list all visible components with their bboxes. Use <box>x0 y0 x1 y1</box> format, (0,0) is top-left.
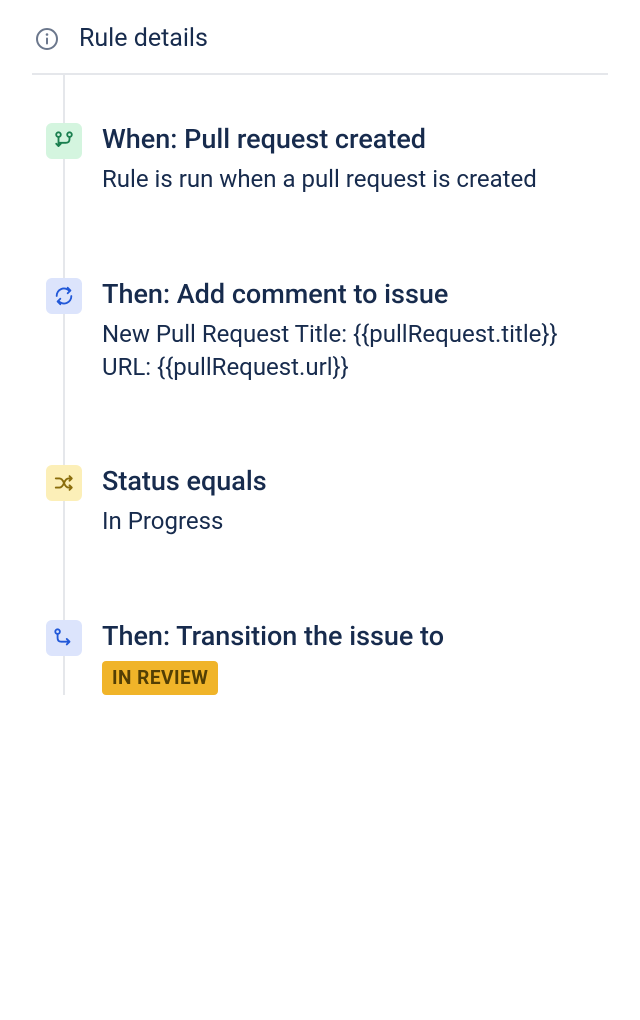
step-content: Then: Transition the issue to IN REVIEW <box>102 620 608 695</box>
flow-icon <box>46 620 82 656</box>
step-title: When: Pull request created <box>102 123 608 155</box>
branch-icon <box>46 123 82 159</box>
step-action-transition[interactable]: Then: Transition the issue to IN REVIEW <box>46 620 608 695</box>
step-condition[interactable]: Status equals In Progress <box>46 465 608 538</box>
rule-timeline: When: Pull request created Rule is run w… <box>32 75 608 695</box>
step-title: Then: Transition the issue to <box>102 620 608 652</box>
header-title: Rule details <box>79 24 208 53</box>
step-description: IN REVIEW <box>102 660 608 695</box>
step-title: Status equals <box>102 465 608 497</box>
step-title: Then: Add comment to issue <box>102 278 608 310</box>
step-content: Status equals In Progress <box>102 465 608 538</box>
status-badge: IN REVIEW <box>102 661 218 695</box>
cycle-icon <box>46 278 82 314</box>
step-action-comment[interactable]: Then: Add comment to issue New Pull Requ… <box>46 278 608 383</box>
step-content: When: Pull request created Rule is run w… <box>102 123 608 196</box>
step-description: New Pull Request Title: {{pullRequest.ti… <box>102 318 608 383</box>
rule-details-header[interactable]: Rule details <box>32 24 608 75</box>
step-trigger[interactable]: When: Pull request created Rule is run w… <box>46 123 608 196</box>
step-content: Then: Add comment to issue New Pull Requ… <box>102 278 608 383</box>
step-description: Rule is run when a pull request is creat… <box>102 163 608 195</box>
step-description: In Progress <box>102 505 608 537</box>
shuffle-icon <box>46 465 82 501</box>
info-icon <box>35 27 59 51</box>
